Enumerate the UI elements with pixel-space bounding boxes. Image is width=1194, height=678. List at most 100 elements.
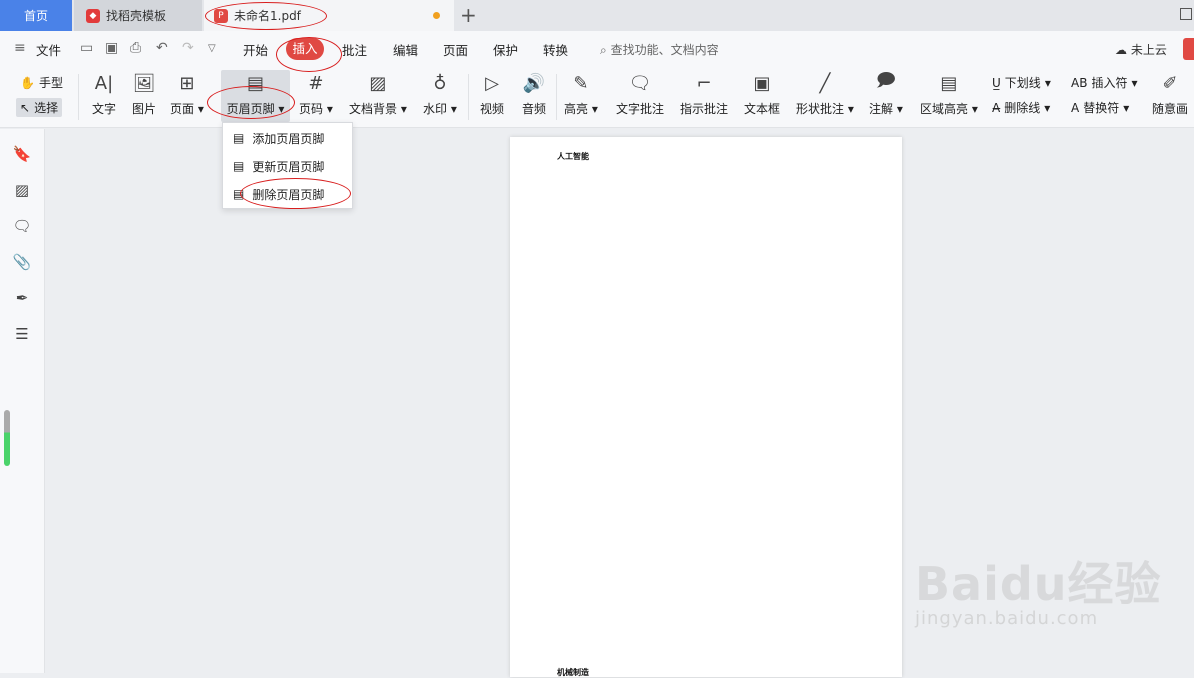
textbox-label: 文本框 [744, 102, 781, 116]
unsaved-dot-icon [433, 12, 440, 19]
menu-bar: ≡ 文件 ▭ ▣ ⎙ ↶ ↷ ▽ 开始 插入 批注 编辑 页面 保护 转换 ⌕ … [0, 31, 1194, 66]
search-box[interactable]: ⌕ 查找功能、文档内容 [600, 41, 719, 58]
divider [78, 74, 79, 120]
divider [556, 74, 557, 120]
hamburger-menu-icon[interactable]: ≡ [14, 40, 26, 56]
window-restore-icon[interactable] [1180, 8, 1192, 20]
redo-icon[interactable]: ↷ [182, 40, 194, 56]
insert-text-button[interactable]: A| 文字 [89, 70, 119, 117]
cursor-icon: ↖ [20, 100, 31, 115]
hand-tool[interactable]: ✋ 手型 [20, 74, 63, 91]
page-number-label: 页码 ▾ [299, 102, 333, 116]
print-icon[interactable]: ⎙ [130, 40, 141, 56]
shape-annotation-button[interactable]: ╱ 形状批注 ▾ [796, 70, 854, 117]
undo-icon[interactable]: ↶ [156, 40, 168, 56]
add-header-footer-item[interactable]: ▤ 添加页眉页脚 [223, 124, 352, 152]
underline-button[interactable]: U̲ 下划线 ▾ [992, 74, 1051, 91]
line-icon: ╱ [819, 72, 831, 94]
page-number-button[interactable]: # 页码 ▾ [299, 70, 333, 117]
menu-start[interactable]: 开始 [243, 40, 268, 59]
comment-icon[interactable]: 🗨 [12, 216, 32, 236]
doc-background-text: 文档背景 [349, 102, 398, 116]
underline-icon: U̲ [992, 75, 1001, 90]
textbox-button[interactable]: ▣ 文本框 [744, 70, 780, 117]
video-label: 视频 [479, 102, 504, 116]
attachment-icon[interactable]: 📎 [12, 252, 32, 272]
insert-char-icon: AB [1071, 75, 1088, 90]
doc-background-button[interactable]: ▨ 文档背景 ▾ [349, 70, 407, 117]
insert-image-button[interactable]: 🖼 图片 [129, 70, 159, 117]
replace-char-button[interactable]: A 替换符 ▾ [1071, 99, 1129, 116]
chevron-down-icon: ▾ [1044, 100, 1051, 115]
cloud-status[interactable]: ☁ 未上云 [1115, 41, 1167, 58]
note-button[interactable]: 🗩 注解 ▾ [869, 70, 903, 117]
sidebar-scrollbar[interactable] [4, 410, 10, 466]
insert-char-button[interactable]: AB 插入符 ▾ [1071, 74, 1138, 91]
layers-icon[interactable]: ☰ [12, 324, 32, 344]
watermark-label: 水印 ▾ [423, 102, 457, 116]
cloud-icon: ☁ [1115, 43, 1127, 57]
bookmark-icon[interactable]: 🔖 [12, 144, 32, 164]
page-header-text: 人工智能 [557, 152, 589, 161]
insert-page-button[interactable]: ⊞ 页面 ▾ [170, 70, 204, 117]
insert-char-label: 插入符 [1091, 76, 1128, 90]
hash-icon: # [308, 72, 324, 94]
strikethrough-button[interactable]: A̶ 删除线 ▾ [992, 99, 1050, 116]
highlight-button[interactable]: ✎ 高亮 ▾ [564, 70, 598, 117]
ribbon-toolbar: ✋ 手型 ↖ 选择 A| 文字 🖼 图片 ⊞ 页面 ▾ ▤ 页眉页脚 ▾ # 页… [0, 66, 1194, 128]
hand-label: 手型 [38, 76, 63, 90]
speaker-icon: 🔊 [522, 72, 546, 94]
annotation-ellipse [276, 37, 342, 72]
watermark-text: 水印 [423, 102, 448, 116]
pointer-annotation-button[interactable]: ⌐ 指示批注 [680, 70, 728, 117]
highlight-label: 高亮 ▾ [564, 102, 598, 116]
new-tab-plus-icon[interactable]: + [460, 3, 477, 27]
replace-char-icon: A [1071, 100, 1080, 115]
watermark-button[interactable]: ♁ 水印 ▾ [423, 70, 457, 117]
menu-convert[interactable]: 转换 [543, 40, 568, 59]
text-icon: A| [94, 72, 114, 94]
annotation-ellipse [240, 178, 351, 209]
comment-text-icon: 🗨 [628, 72, 652, 94]
quick-access-dropdown-icon[interactable]: ▽ [208, 43, 216, 54]
chevron-down-icon: ▾ [1131, 75, 1138, 90]
menu-page[interactable]: 页面 [443, 40, 468, 59]
thumbnail-icon[interactable]: ▨ [12, 180, 32, 200]
add-note-icon: 🗩 [875, 70, 896, 91]
text-annotation-button[interactable]: 🗨 文字批注 [616, 70, 664, 117]
shape-annotation-label: 形状批注 ▾ [796, 102, 854, 116]
left-sidebar: 🔖 ▨ 🗨 📎 ✒ ☰ [0, 129, 45, 673]
save-icon[interactable]: ▣ [105, 40, 118, 56]
shape-annotation-text: 形状批注 [796, 102, 845, 116]
menu-protect[interactable]: 保护 [493, 40, 518, 59]
menu-edit[interactable]: 编辑 [393, 40, 418, 59]
cloud-label: 未上云 [1130, 43, 1167, 57]
insert-text-label: 文字 [91, 102, 116, 116]
update-header-footer-icon: ▤ [233, 159, 245, 173]
add-page-icon: ⊞ [179, 72, 195, 94]
area-highlight-button[interactable]: ▤ 区域高亮 ▾ [920, 70, 978, 117]
image-icon: 🖼 [132, 72, 156, 94]
audio-button[interactable]: 🔊 音频 [519, 70, 549, 117]
tab-home[interactable]: 首页 [0, 0, 72, 31]
highlighter-icon: ✎ [573, 72, 589, 94]
update-header-footer-item[interactable]: ▤ 更新页眉页脚 [223, 152, 352, 180]
underline-label: 下划线 [1004, 76, 1041, 90]
freehand-label: 随意画 [1152, 102, 1189, 116]
account-button[interactable] [1183, 38, 1194, 60]
update-header-footer-label: 更新页眉页脚 [252, 159, 325, 174]
signature-icon[interactable]: ✒ [12, 288, 32, 308]
menu-annotate[interactable]: 批注 [342, 40, 367, 59]
insert-page-label: 页面 ▾ [170, 102, 204, 116]
select-tool[interactable]: ↖ 选择 [16, 98, 63, 117]
video-button[interactable]: ▷ 视频 [477, 70, 507, 117]
freehand-button[interactable]: ✐ 随意画 [1152, 70, 1188, 117]
tab-template[interactable]: ◆ 找稻壳模板 [74, 0, 202, 31]
search-icon: ⌕ [600, 43, 607, 57]
docer-logo-icon: ◆ [86, 8, 100, 23]
file-menu[interactable]: 文件 [36, 40, 61, 59]
annotation-ellipse [205, 2, 327, 30]
background-icon: ▨ [369, 72, 387, 94]
open-folder-icon[interactable]: ▭ [80, 40, 93, 56]
watermark-icon: ♁ [433, 72, 447, 94]
